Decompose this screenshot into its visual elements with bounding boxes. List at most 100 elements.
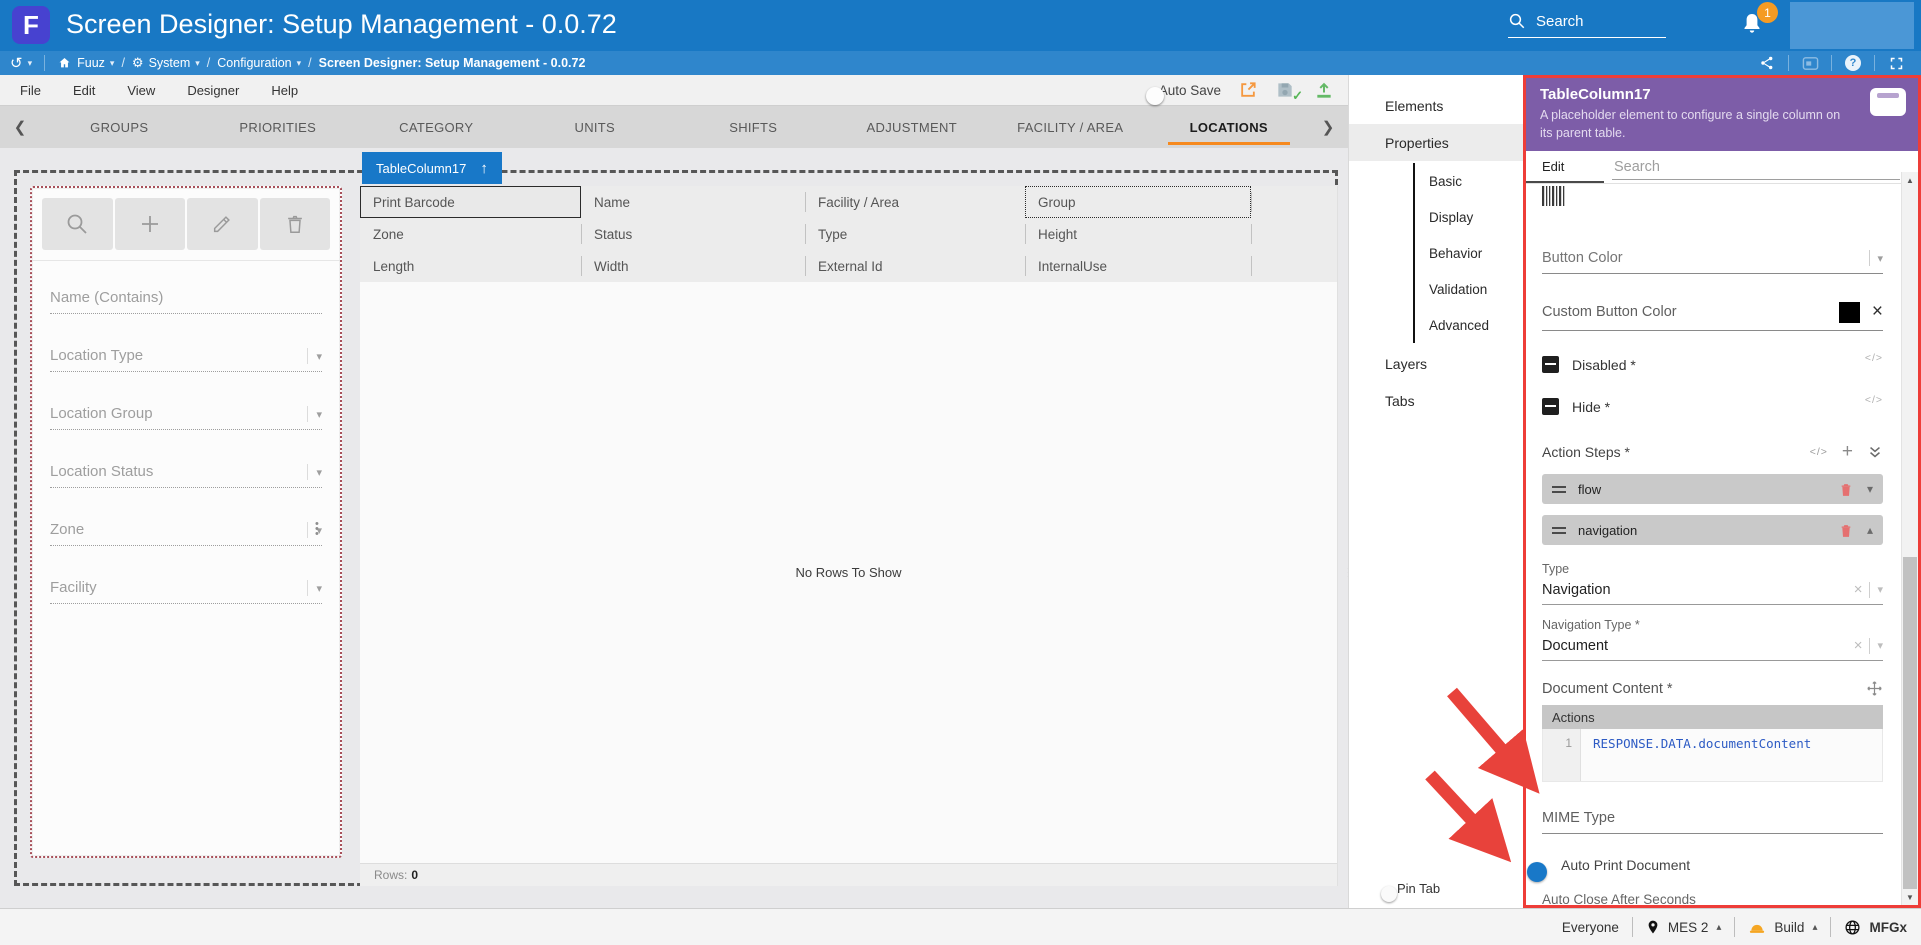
expand-step-icon[interactable]: ▾	[1867, 482, 1873, 496]
add-button[interactable]	[115, 198, 186, 250]
sidebar-item-advanced[interactable]: Advanced	[1415, 307, 1523, 343]
tab-facility-area[interactable]: FACILITY / AREA	[991, 106, 1150, 148]
location-group-select[interactable]: Location Group ▾	[50, 405, 322, 430]
delete-button[interactable]	[260, 198, 331, 250]
scroll-down-icon[interactable]: ▼	[1902, 889, 1918, 905]
action-step-navigation[interactable]: navigation ▴	[1542, 515, 1883, 545]
breadcrumb-configuration[interactable]: Configuration ▾	[217, 56, 301, 70]
inspector-scrollbar[interactable]: ▲ ▼	[1901, 172, 1918, 905]
sidebar-item-display[interactable]: Display	[1415, 199, 1523, 235]
menu-edit[interactable]: Edit	[57, 83, 111, 98]
mime-type-field[interactable]: MIME Type	[1542, 810, 1883, 834]
column-header-facility-area[interactable]: Facility / Area	[805, 186, 1025, 218]
code-binding-icon[interactable]: </>	[1865, 352, 1883, 364]
delete-step-icon[interactable]	[1838, 481, 1854, 498]
move-icon[interactable]	[1866, 680, 1883, 697]
site-selector[interactable]: MES 2 ▴	[1646, 919, 1722, 935]
tab-priorities[interactable]: PRIORITIES	[199, 106, 358, 148]
fullscreen-icon[interactable]	[1885, 56, 1907, 71]
tabs-scroll-left-icon[interactable]: ❮	[0, 106, 40, 148]
custom-button-color-field[interactable]: Custom Button Color ×	[1542, 301, 1883, 331]
type-field[interactable]: Type Navigation ×▾	[1542, 562, 1883, 605]
splitter-handle[interactable]: •••	[1347, 568, 1348, 580]
column-header-length[interactable]: Length	[360, 250, 581, 282]
edit-button[interactable]	[187, 198, 258, 250]
collapse-step-icon[interactable]: ▴	[1867, 523, 1873, 537]
document-content-editor[interactable]: Actions 1 RESPONSE.DATA.documentContent	[1542, 705, 1883, 782]
publish-icon[interactable]	[1314, 80, 1334, 100]
location-type-select[interactable]: Location Type ▾	[50, 347, 322, 372]
fuuz-logo[interactable]: F	[12, 6, 50, 44]
sidebar-item-basic[interactable]: Basic	[1415, 163, 1523, 199]
share-icon[interactable]	[1756, 55, 1778, 71]
global-search[interactable]	[1508, 12, 1666, 38]
menu-file[interactable]: File	[0, 83, 57, 98]
build-selector[interactable]: Build ▴	[1748, 920, 1817, 935]
sidebar-item-behavior[interactable]: Behavior	[1415, 235, 1523, 271]
sidebar-item-validation[interactable]: Validation	[1415, 271, 1523, 307]
column-header-height[interactable]: Height	[1025, 218, 1251, 250]
column-header-zone[interactable]: Zone	[360, 218, 581, 250]
help-icon[interactable]: ?	[1842, 55, 1864, 71]
column-header-width[interactable]: Width	[581, 250, 805, 282]
column-header-type[interactable]: Type	[805, 218, 1025, 250]
add-step-icon[interactable]: +	[1842, 441, 1853, 463]
code-binding-icon[interactable]: </>	[1810, 446, 1828, 458]
column-header-name[interactable]: Name	[581, 186, 805, 218]
disabled-checkbox[interactable]	[1542, 356, 1559, 373]
tab-locations[interactable]: LOCATIONS	[1150, 106, 1309, 148]
auto-close-field[interactable]: Auto Close After Seconds 1	[1542, 892, 1883, 905]
location-status-select[interactable]: Location Status ▾	[50, 463, 322, 488]
drag-handle-icon[interactable]	[1552, 486, 1566, 493]
sidebar-item-elements[interactable]: Elements	[1349, 87, 1523, 124]
user-account-area[interactable]	[1790, 2, 1914, 49]
scope-label[interactable]: Everyone	[1562, 920, 1619, 935]
code-expression[interactable]: RESPONSE.DATA.documentContent	[1581, 729, 1811, 781]
select-parent-icon[interactable]: ↑	[480, 160, 488, 177]
clear-color-icon[interactable]: ×	[1872, 301, 1883, 323]
history-menu[interactable]: ↺ ▾	[10, 54, 32, 72]
tab-adjustment[interactable]: ADJUSTMENT	[833, 106, 992, 148]
color-swatch[interactable]	[1839, 302, 1860, 323]
save-icon[interactable]: ✓	[1275, 80, 1297, 100]
chevron-down-icon[interactable]: ▾	[1877, 639, 1883, 652]
scroll-up-icon[interactable]: ▲	[1902, 172, 1918, 188]
tab-shifts[interactable]: SHIFTS	[674, 106, 833, 148]
tab-units[interactable]: UNITS	[516, 106, 675, 148]
column-header-print-barcode[interactable]: Print Barcode	[360, 186, 581, 218]
chevron-down-icon[interactable]: ▾	[1877, 583, 1883, 596]
breadcrumb-home[interactable]: Fuuz ▾	[57, 56, 114, 70]
search-button[interactable]	[42, 198, 113, 250]
menu-view[interactable]: View	[111, 83, 171, 98]
name-contains-field[interactable]: Name (Contains)	[50, 289, 322, 314]
column-header-group[interactable]: Group	[1025, 186, 1251, 218]
search-input[interactable]	[1536, 13, 1646, 30]
hide-checkbox[interactable]	[1542, 398, 1559, 415]
column-header-internaluse[interactable]: InternalUse	[1025, 250, 1251, 282]
clear-icon[interactable]: ×	[1854, 581, 1863, 598]
column-header-status[interactable]: Status	[581, 218, 805, 250]
chevron-down-icon[interactable]: ▾	[1877, 252, 1883, 265]
zone-select[interactable]: Zone ▾	[50, 521, 322, 546]
sidebar-item-layers[interactable]: Layers	[1349, 345, 1523, 382]
action-step-flow[interactable]: flow ▾	[1542, 474, 1883, 504]
collapse-all-icon[interactable]	[1867, 445, 1883, 459]
navigation-type-field[interactable]: Navigation Type * Document ×▾	[1542, 618, 1883, 661]
delete-step-icon[interactable]	[1838, 522, 1854, 539]
tab-groups[interactable]: GROUPS	[40, 106, 199, 148]
open-external-icon[interactable]	[1238, 80, 1258, 100]
menu-help[interactable]: Help	[255, 83, 314, 98]
facility-select[interactable]: Facility ▾	[50, 579, 322, 604]
menu-designer[interactable]: Designer	[171, 83, 255, 98]
button-color-field[interactable]: Button Color ▾	[1542, 250, 1883, 274]
tabs-scroll-right-icon[interactable]: ❯	[1308, 106, 1348, 148]
scrollbar-thumb[interactable]	[1903, 557, 1917, 889]
sidebar-item-tabs[interactable]: Tabs	[1349, 382, 1523, 419]
sidebar-item-properties[interactable]: Properties	[1349, 124, 1523, 161]
panel-resize-handle[interactable]: •••	[315, 522, 319, 537]
drag-handle-icon[interactable]	[1552, 527, 1566, 534]
tab-category[interactable]: CATEGORY	[357, 106, 516, 148]
code-binding-icon[interactable]: </>	[1865, 394, 1883, 406]
clear-icon[interactable]: ×	[1854, 637, 1863, 654]
breadcrumb-system[interactable]: ⚙ System ▾	[132, 55, 200, 71]
